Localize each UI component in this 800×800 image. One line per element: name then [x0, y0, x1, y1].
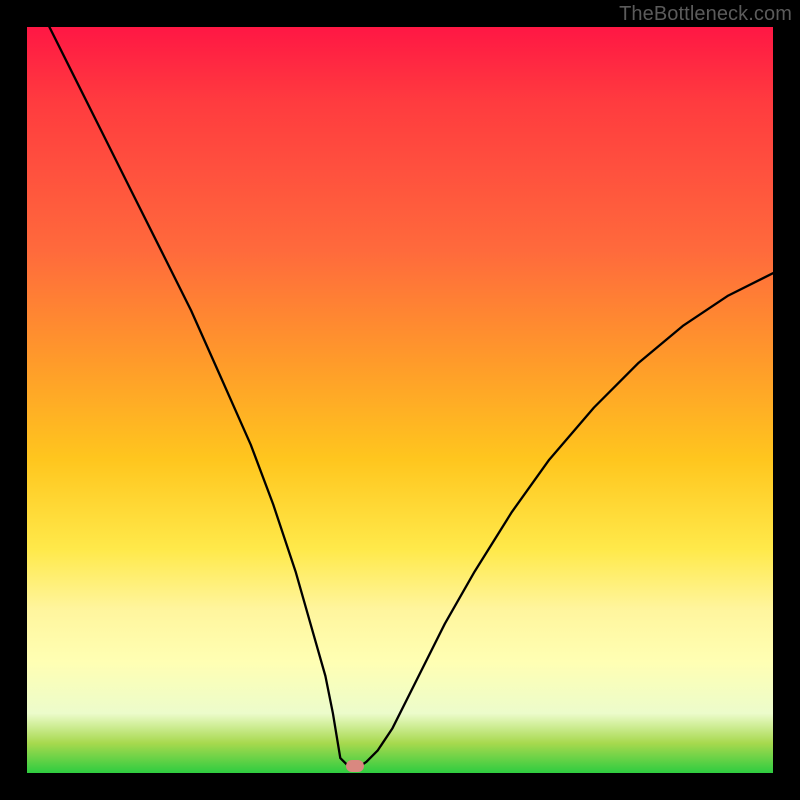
chart-frame: TheBottleneck.com [0, 0, 800, 800]
watermark-label: TheBottleneck.com [619, 3, 792, 26]
bottleneck-curve [27, 27, 773, 773]
optimal-point-marker [346, 760, 364, 772]
plot-area [27, 27, 773, 773]
